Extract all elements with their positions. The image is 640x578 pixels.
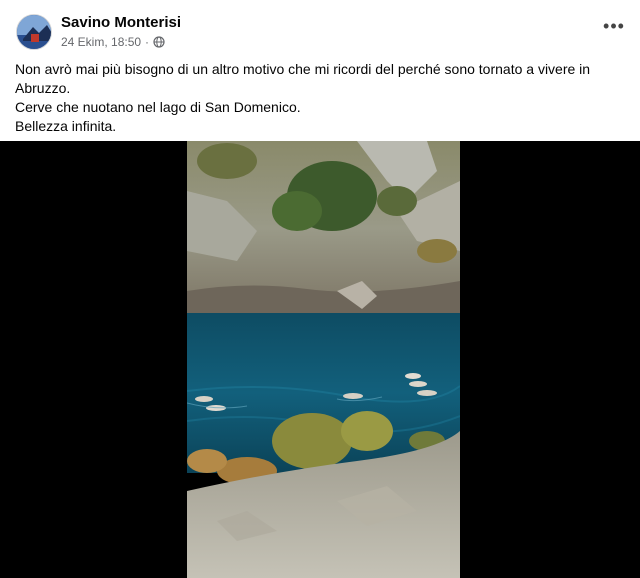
video-frame[interactable] [187, 141, 460, 578]
author-name[interactable]: Savino Monterisi [61, 14, 181, 31]
post-text: Non avrò mai più bisogno di un altro mot… [15, 60, 625, 136]
post-text-line: Bellezza infinita. [15, 118, 117, 134]
globe-icon [153, 36, 165, 48]
post-text-line: Cerve che nuotano nel lago di San Domeni… [15, 99, 301, 115]
post-text-line: Non avrò mai più bisogno di un altro mot… [15, 61, 591, 96]
post-media[interactable] [0, 141, 640, 578]
avatar[interactable] [16, 14, 52, 50]
more-options-icon[interactable]: ••• [602, 17, 626, 40]
meta-separator: · [145, 35, 150, 49]
post-timestamp[interactable]: 24 Ekim, 18:50 [61, 35, 141, 49]
avatar-image [17, 15, 51, 49]
lake-deer-photo [187, 141, 460, 578]
post-header: Savino Monterisi 24 Ekim, 18:50 · ••• [0, 0, 640, 56]
post-meta: 24 Ekim, 18:50 · [61, 35, 165, 49]
